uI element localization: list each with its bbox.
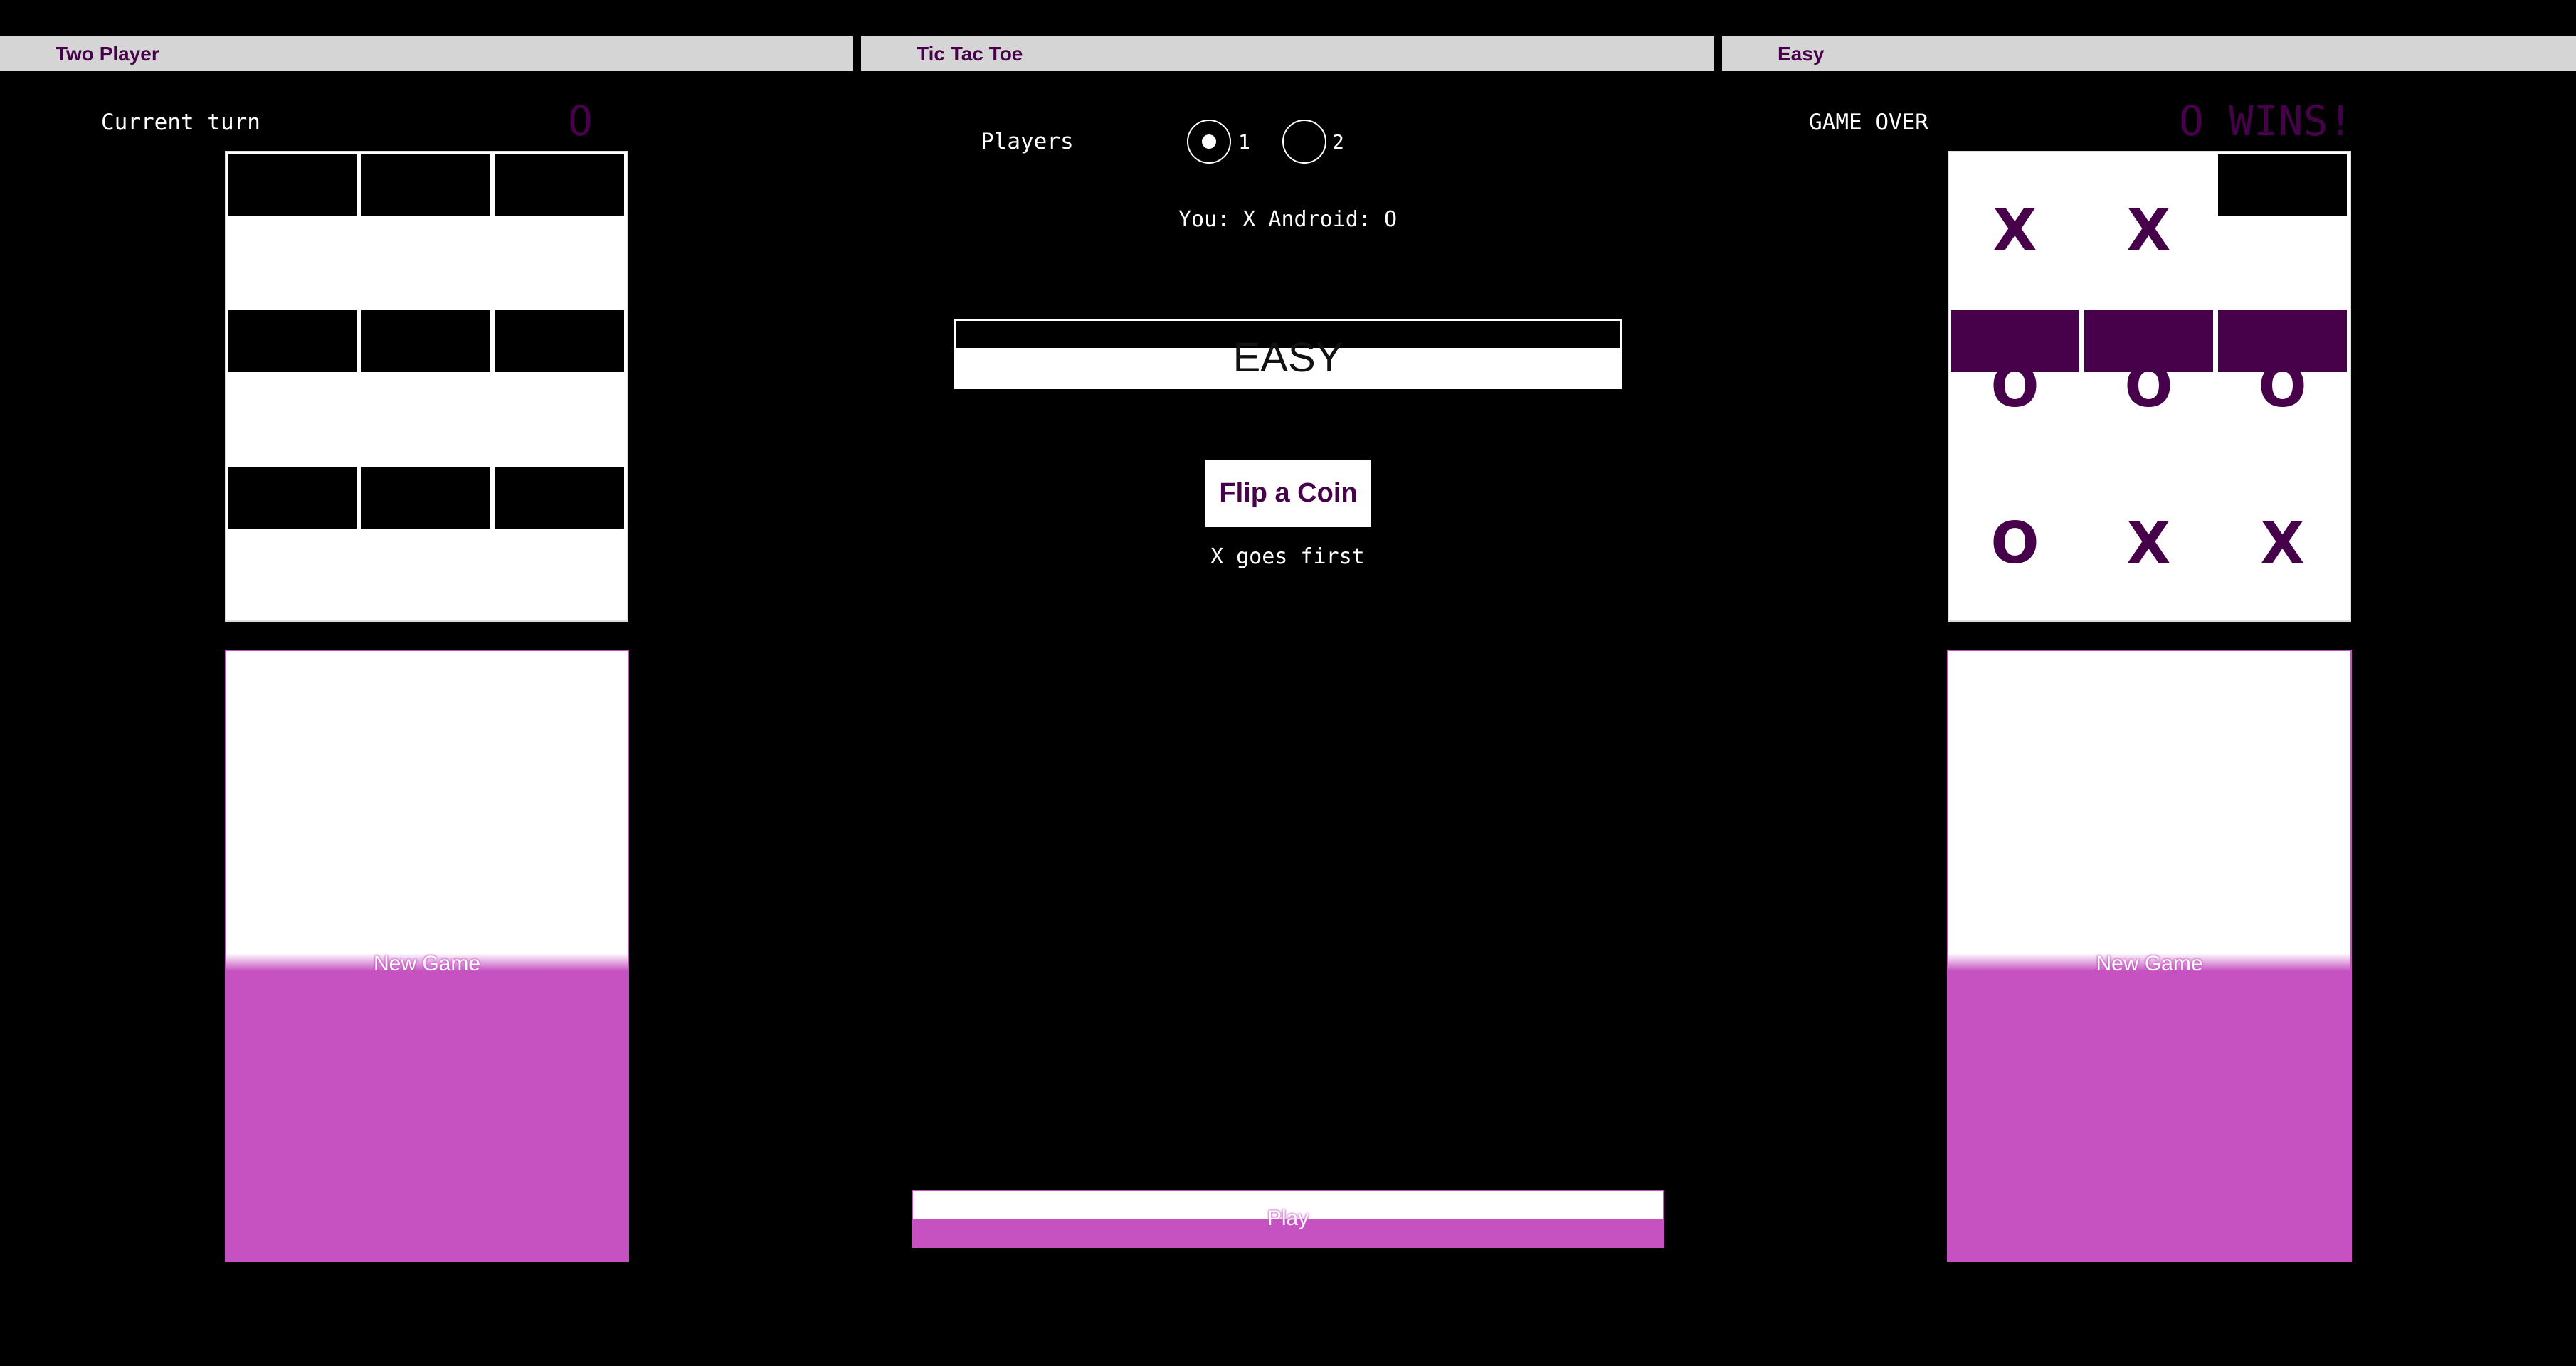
players-label: Players [981, 129, 1074, 154]
left-cell-7[interactable] [226, 465, 358, 621]
right-cell-1[interactable]: X [1949, 152, 2081, 308]
right-new-game-label: New Game [2096, 952, 2203, 975]
radio-selected-dot-icon [1202, 134, 1216, 149]
right-cell-5[interactable]: O [2083, 309, 2215, 465]
left-cell-6[interactable] [494, 309, 625, 465]
current-turn-label: Current turn [101, 110, 260, 135]
right-cell-3[interactable] [2217, 152, 2348, 308]
right-cell-8[interactable]: X [2083, 465, 2215, 621]
player-assignment-text: You: X Android: O [1178, 207, 1398, 232]
flip-coin-button[interactable]: Flip a Coin [1205, 460, 1371, 527]
left-cell-4[interactable] [226, 309, 358, 465]
left-cell-5[interactable] [360, 309, 492, 465]
left-title: Two Player [56, 43, 159, 65]
left-cell-1[interactable] [226, 152, 358, 308]
left-title-bar: Two Player [0, 36, 853, 71]
left-new-game-label: New Game [373, 952, 481, 975]
play-button[interactable]: Play [912, 1190, 1664, 1248]
right-cell-7[interactable]: O [1949, 465, 2081, 621]
current-turn-value: O [568, 97, 593, 145]
players-radio-1[interactable] [1187, 120, 1231, 164]
right-cell-4[interactable]: O [1949, 309, 2081, 465]
right-cell-6[interactable]: O [2217, 309, 2348, 465]
game-result: O WINS! [2179, 97, 2353, 145]
difficulty-value: EASY [1232, 334, 1344, 381]
right-board: X X O O O O X X [1948, 151, 2351, 622]
center-title-bar: Tic Tac Toe [861, 36, 1714, 71]
right-title-bar: Easy [1722, 36, 2576, 71]
right-title: Easy [1778, 43, 1825, 65]
game-over-label: GAME OVER [1809, 110, 1928, 135]
left-new-game-button[interactable]: New Game [225, 650, 629, 1262]
play-button-label: Play [1267, 1207, 1309, 1230]
coin-flip-result: X goes first [1210, 544, 1365, 569]
center-title: Tic Tac Toe [917, 43, 1023, 65]
players-option-2-label: 2 [1332, 130, 1344, 154]
players-radio-2[interactable] [1282, 120, 1326, 164]
difficulty-dropdown[interactable]: EASY [954, 319, 1622, 389]
right-cell-2[interactable]: X [2083, 152, 2215, 308]
left-board [225, 151, 628, 622]
left-cell-2[interactable] [360, 152, 492, 308]
right-new-game-button[interactable]: New Game [1947, 650, 2352, 1262]
left-cell-8[interactable] [360, 465, 492, 621]
left-cell-9[interactable] [494, 465, 625, 621]
right-cell-9[interactable]: X [2217, 465, 2348, 621]
players-option-1-label: 1 [1238, 130, 1250, 154]
left-cell-3[interactable] [494, 152, 625, 308]
